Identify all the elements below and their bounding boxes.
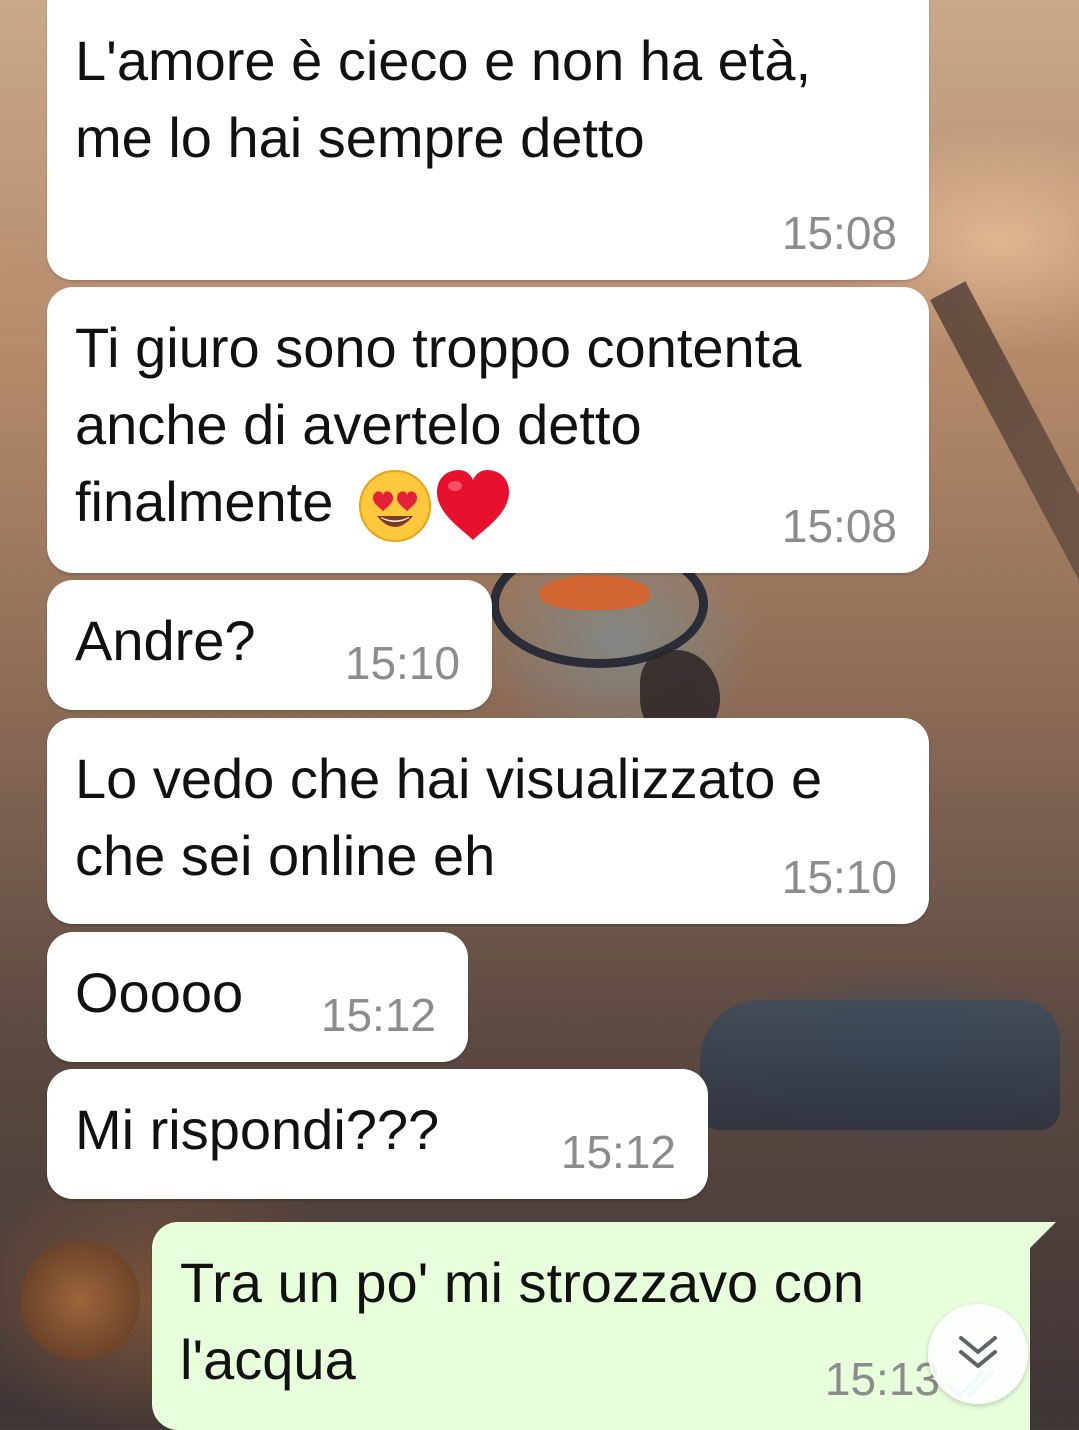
message-bubble-outgoing[interactable]: Tra un po' mi strozzavo con l'acqua 15:1… bbox=[152, 1222, 1030, 1430]
scroll-to-bottom-button[interactable] bbox=[928, 1304, 1028, 1404]
message-bubble-incoming[interactable]: Ooooo 15:12 bbox=[47, 932, 468, 1062]
message-text: Ti giuro sono troppo contenta anche di a… bbox=[75, 309, 875, 544]
message-text: Lo vedo che hai visualizzato e che sei o… bbox=[75, 747, 838, 887]
message-bubble-incoming[interactable]: Ti giuro sono troppo contenta anche di a… bbox=[47, 287, 929, 573]
message-bubble-incoming[interactable]: Mi rispondi??? 15:12 bbox=[47, 1069, 708, 1199]
double-chevron-down-icon bbox=[955, 1332, 1001, 1377]
heart-eyes-emoji bbox=[357, 468, 433, 544]
message-bubble-incoming[interactable]: Lo vedo che hai visualizzato e che sei o… bbox=[47, 718, 929, 924]
message-bubble-incoming[interactable]: Andre? 15:10 bbox=[47, 580, 492, 710]
red-heart-emoji bbox=[433, 468, 513, 544]
message-time: 15:10 bbox=[781, 851, 897, 903]
message-time: 15:08 bbox=[781, 500, 897, 552]
message-time: 15:12 bbox=[560, 1126, 676, 1178]
message-time: 15:12 bbox=[320, 989, 436, 1041]
outgoing-bubble-tail bbox=[1030, 1222, 1056, 1248]
message-bubble-incoming[interactable]: L'amore è cieco e non ha età, me lo hai … bbox=[47, 0, 929, 280]
chat-message-list[interactable]: L'amore è cieco e non ha età, me lo hai … bbox=[0, 0, 1079, 1430]
message-text: L'amore è cieco e non ha età, me lo hai … bbox=[75, 29, 827, 169]
message-time: 15:08 bbox=[781, 207, 897, 259]
message-time: 15:13 bbox=[824, 1353, 940, 1405]
message-time: 15:10 bbox=[344, 637, 460, 689]
